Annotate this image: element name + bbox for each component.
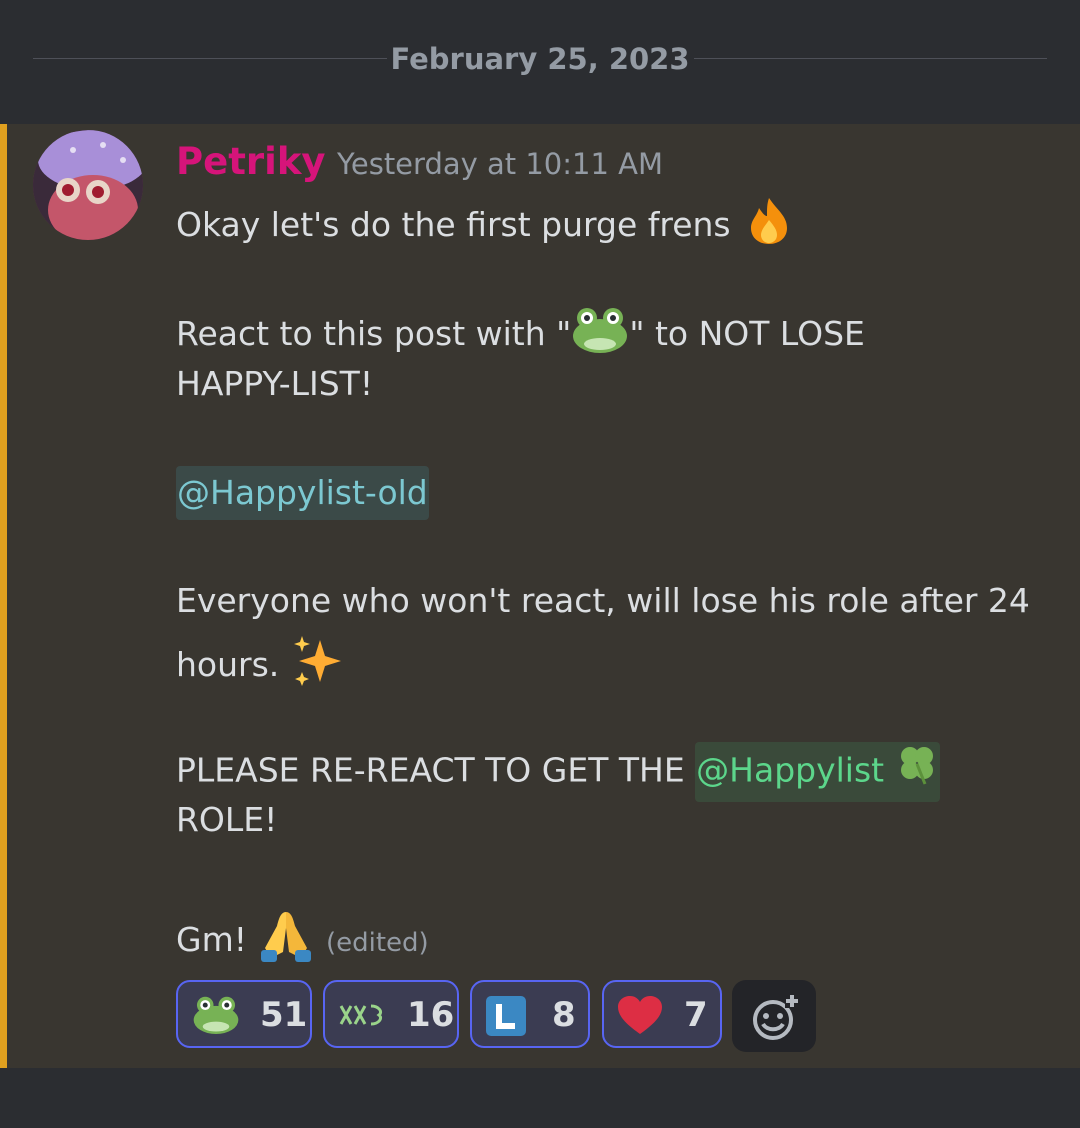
sparkles-icon (290, 634, 346, 699)
footer-bar (0, 1068, 1080, 1128)
author-name[interactable]: Petriky (176, 140, 326, 184)
date-divider: February 25, 2023 (0, 0, 1080, 124)
message-line: Okay let's do the first purge frens (176, 196, 797, 257)
custom-emoji-icon (339, 1002, 385, 1032)
message-line: Everyone who won't react, will lose his … (176, 581, 1030, 620)
date-divider-text: February 25, 2023 (390, 42, 690, 76)
divider-line-right (694, 58, 1047, 59)
message-timestamp: Yesterday at 10:11 AM (337, 147, 664, 181)
frog-icon (571, 306, 629, 365)
message-text: Gm! (176, 920, 247, 959)
message-line: @Happylist-old (176, 466, 429, 520)
fire-icon (741, 196, 797, 257)
add-reaction-button[interactable] (732, 980, 816, 1052)
mention-highlight-bar (0, 124, 7, 1068)
message-text: React to this post with " (176, 314, 572, 353)
message[interactable]: Petriky Yesterday at 10:11 AM Okay let's… (0, 124, 1080, 1068)
red-heart-icon (618, 996, 662, 1040)
reaction-count: 16 (407, 995, 455, 1035)
reaction-count: 8 (552, 995, 576, 1035)
message-text: hours. (176, 645, 280, 684)
message-line: PLEASE RE-REACT TO GET THE @Happylist (176, 742, 940, 802)
message-text: " to NOT LOSE (629, 314, 865, 353)
add-emoji-icon (751, 994, 799, 1044)
message-line: React to this post with " " to NOT LOSE (176, 306, 865, 365)
reaction-heart[interactable]: 7 (602, 980, 722, 1048)
avatar[interactable] (33, 130, 143, 240)
edited-label: (edited) (325, 928, 429, 958)
reaction-custom-emoji[interactable]: 16 (323, 980, 459, 1048)
folded-hands-icon (257, 908, 315, 975)
four-leaf-clover-icon (895, 742, 939, 802)
reaction-frog[interactable]: 51 (176, 980, 312, 1048)
reaction-count: 51 (260, 995, 308, 1035)
message-line: ROLE! (176, 800, 278, 839)
message-text: PLEASE RE-REACT TO GET THE (176, 750, 696, 790)
role-mention-happylist-old[interactable]: @Happylist-old (176, 466, 429, 520)
message-text: Okay let's do the first purge frens (176, 205, 731, 244)
role-mention-happylist[interactable]: @Happylist (695, 742, 940, 802)
letter-l-icon (486, 996, 526, 1040)
message-line: hours. (176, 634, 346, 699)
role-mention-label: @Happylist (696, 750, 885, 790)
frog-icon (192, 994, 240, 1040)
message-line: Gm! (edited) (176, 908, 429, 975)
reaction-count: 7 (684, 995, 708, 1035)
message-line: HAPPY-LIST! (176, 364, 374, 403)
reaction-letter-l[interactable]: 8 (470, 980, 590, 1048)
